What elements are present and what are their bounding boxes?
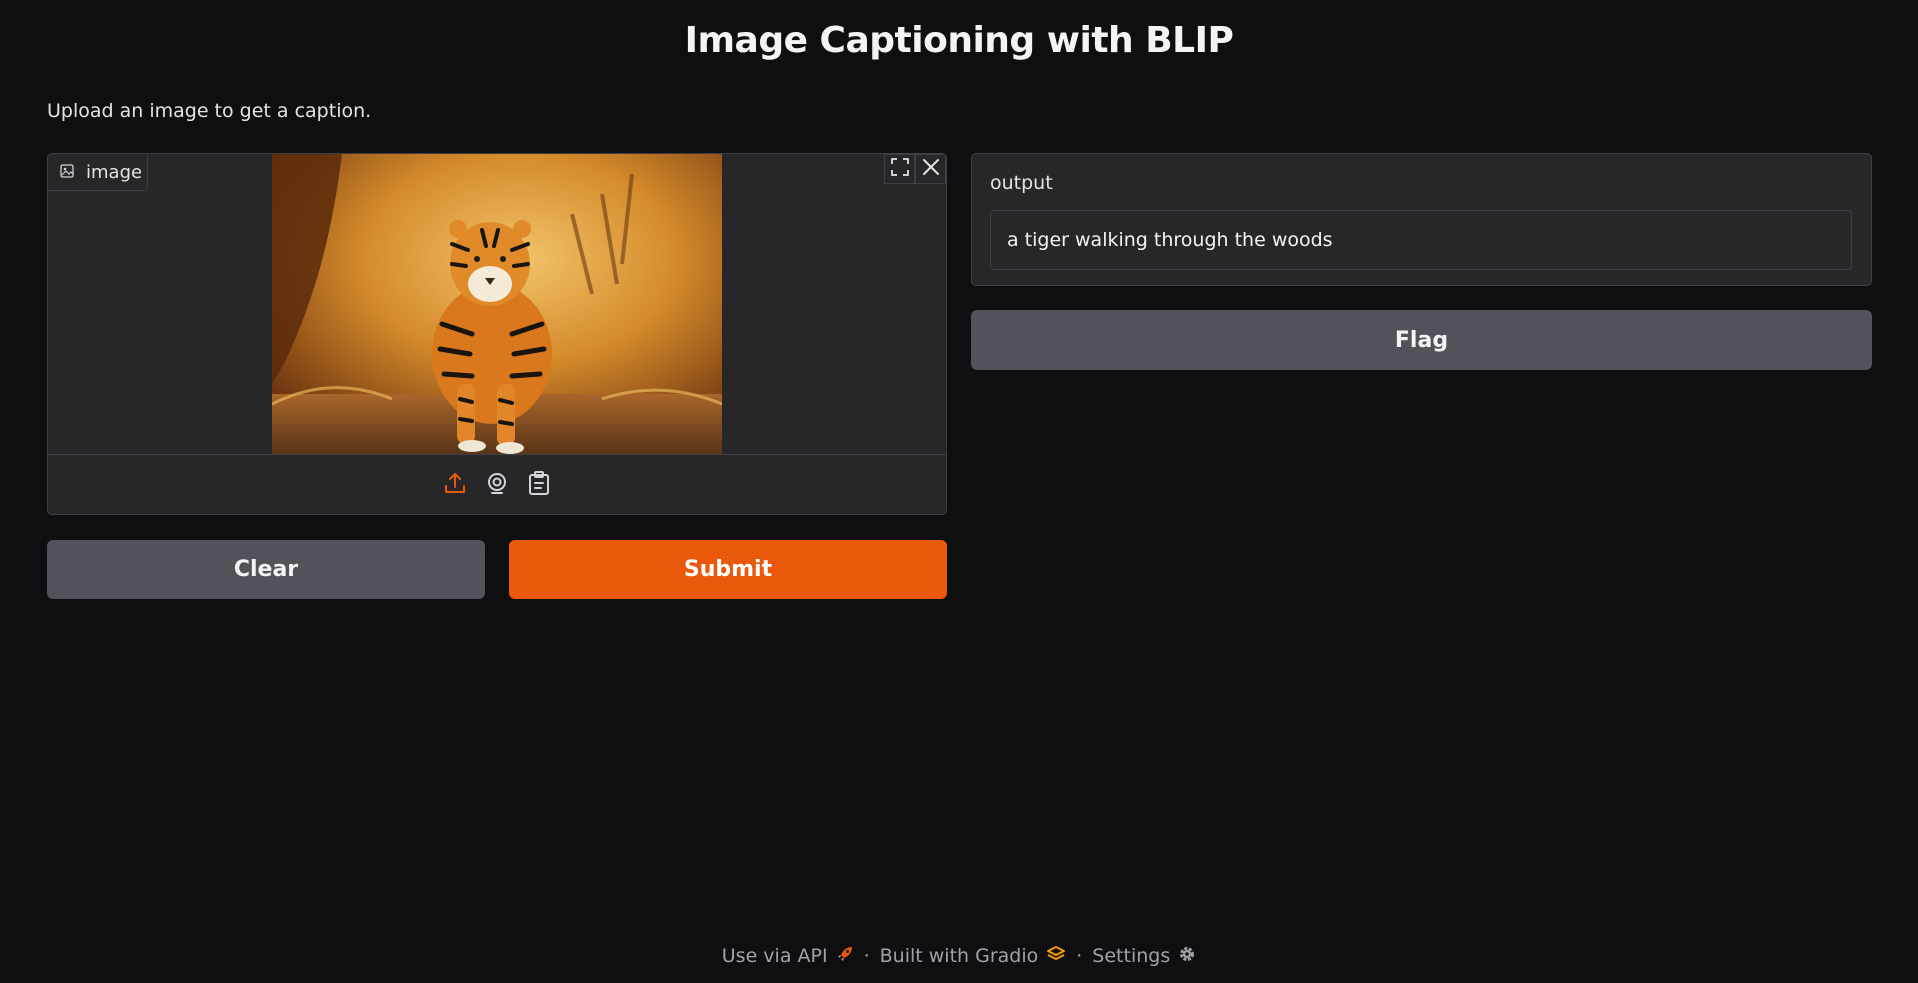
upload-icon bbox=[443, 471, 467, 499]
webcam-button[interactable] bbox=[485, 472, 509, 498]
output-textbox[interactable]: a tiger walking through the woods bbox=[990, 210, 1852, 270]
image-source-bar bbox=[48, 454, 946, 514]
clipboard-icon bbox=[528, 470, 550, 499]
uploaded-image bbox=[272, 154, 722, 454]
fullscreen-icon bbox=[890, 158, 909, 180]
output-panel: output a tiger walking through the woods bbox=[971, 153, 1872, 286]
close-icon bbox=[922, 158, 940, 180]
image-icon bbox=[60, 162, 74, 183]
footer: Use via API · Built with Gradio · Settin… bbox=[0, 942, 1918, 970]
use-via-api-link[interactable]: Use via API bbox=[722, 945, 854, 968]
page-description: Upload an image to get a caption. bbox=[47, 100, 372, 122]
clear-button[interactable]: Clear bbox=[47, 540, 485, 599]
flag-button[interactable]: Flag bbox=[971, 310, 1872, 370]
webcam-icon bbox=[485, 471, 509, 499]
rocket-icon bbox=[836, 945, 854, 968]
image-input-panel: image bbox=[47, 153, 947, 515]
tiger-image bbox=[272, 154, 722, 454]
clear-image-button[interactable] bbox=[915, 154, 946, 184]
upload-button[interactable] bbox=[443, 472, 467, 498]
built-with-gradio-text: Built with Gradio bbox=[879, 945, 1039, 967]
gear-icon bbox=[1178, 945, 1196, 968]
gradio-logo-icon bbox=[1046, 945, 1066, 968]
image-input-label: image bbox=[48, 154, 148, 191]
settings-text: Settings bbox=[1092, 945, 1171, 967]
built-with-gradio-link[interactable]: Built with Gradio bbox=[880, 945, 1067, 968]
page-title: Image Captioning with BLIP bbox=[684, 20, 1234, 61]
use-via-api-text: Use via API bbox=[721, 945, 828, 967]
settings-link[interactable]: Settings bbox=[1092, 945, 1196, 968]
submit-button[interactable]: Submit bbox=[509, 540, 947, 599]
fullscreen-button[interactable] bbox=[884, 154, 915, 184]
image-label-text: image bbox=[86, 161, 143, 183]
image-preview-area[interactable] bbox=[48, 154, 946, 454]
clipboard-button[interactable] bbox=[527, 470, 551, 499]
output-label: output bbox=[990, 172, 1053, 194]
footer-separator: · bbox=[1076, 945, 1083, 967]
footer-separator: · bbox=[863, 945, 870, 967]
